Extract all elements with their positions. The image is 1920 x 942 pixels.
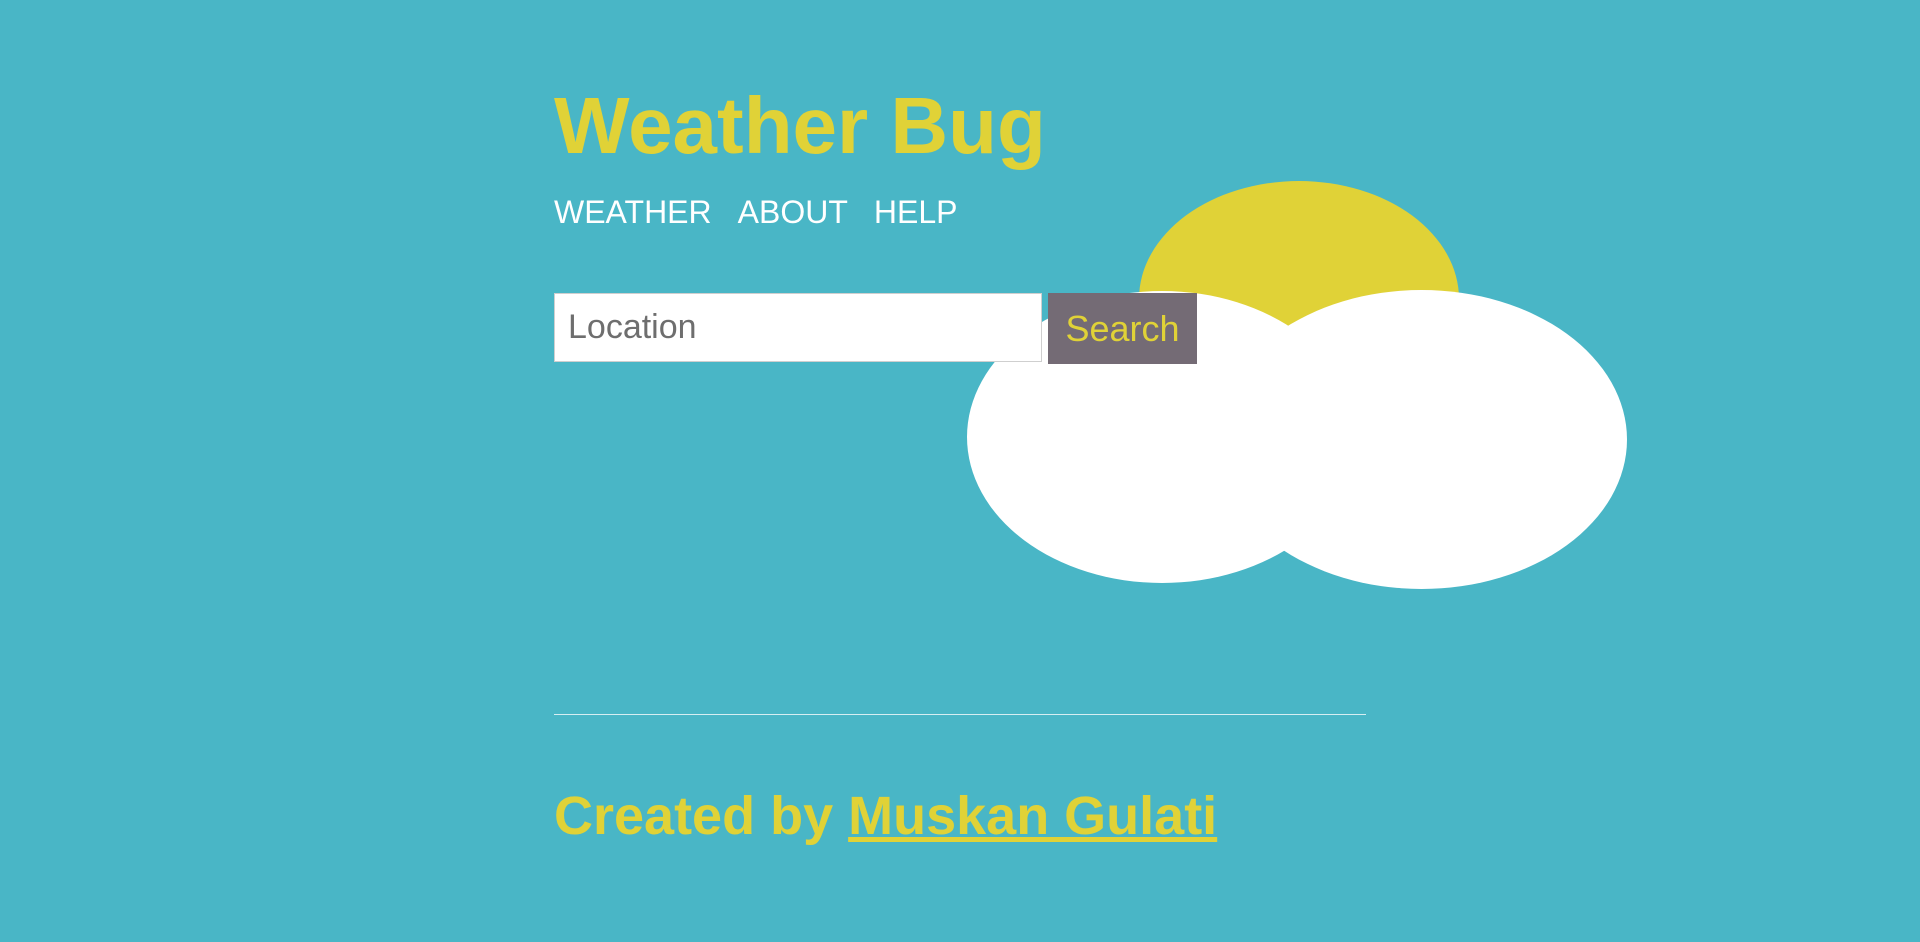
cloud-right-shape <box>1216 290 1627 589</box>
footer-divider <box>554 714 1366 715</box>
weather-bug-page: Weather Bug WEATHER ABOUT HELP Search Cr… <box>0 0 1920 942</box>
nav-item-about[interactable]: ABOUT <box>738 192 848 232</box>
page-title: Weather Bug <box>554 81 1046 170</box>
search-button[interactable]: Search <box>1048 293 1197 364</box>
nav-item-weather[interactable]: WEATHER <box>554 192 712 232</box>
main-nav: WEATHER ABOUT HELP <box>554 192 957 232</box>
nav-item-help[interactable]: HELP <box>874 192 958 232</box>
author-link[interactable]: Muskan Gulati <box>848 786 1217 846</box>
footer-credit-prefix: Created by <box>554 786 834 846</box>
location-input[interactable] <box>554 293 1042 362</box>
footer-credit: Created by Muskan Gulati <box>554 784 1217 849</box>
